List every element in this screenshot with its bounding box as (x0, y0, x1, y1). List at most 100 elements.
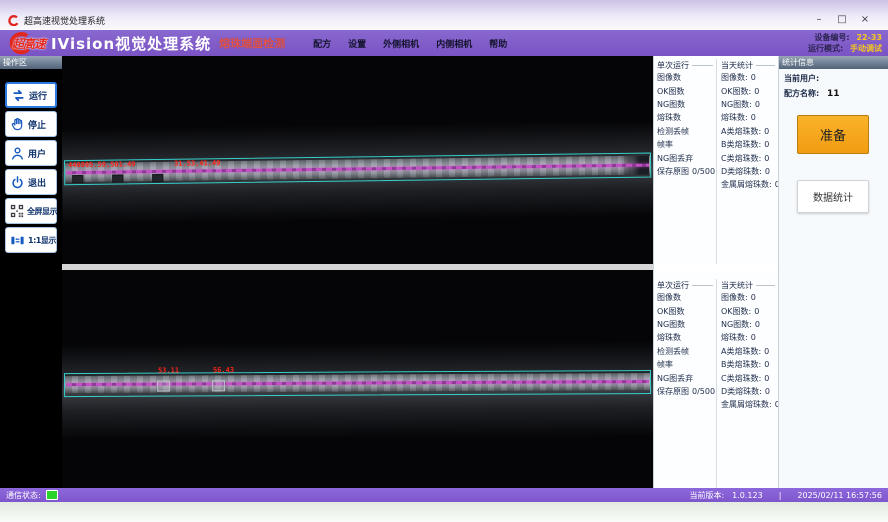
user-button[interactable]: 用户 (5, 140, 57, 166)
stat-label: NG图丢弃 (657, 373, 693, 384)
stat-label: 图像数: (721, 292, 748, 303)
stat-label: OK图数 (657, 306, 685, 317)
menu-item-recipe[interactable]: 配方 (313, 37, 331, 50)
data-stats-button[interactable]: 数据统计 (797, 180, 869, 213)
stat-row: C类熔珠数: 0 (721, 151, 778, 164)
stat-label: 帧率 (657, 359, 673, 370)
stat-label: 金属屑熔珠数: (721, 179, 772, 190)
stat-label: D类熔珠数: (721, 386, 762, 397)
stat-row: OK图数: 0 (721, 304, 778, 317)
stat-row: NG图丢弃 (657, 371, 716, 384)
app-subtitle: 熔珠端面检测 (219, 35, 285, 51)
stat-label: C类熔珠数: (721, 373, 761, 384)
minimize-button[interactable]: – (812, 13, 826, 27)
stat-label: B类熔珠数: (721, 139, 761, 150)
stat-row: NG图数: 0 (721, 98, 778, 111)
stat-value: 0 (754, 87, 759, 96)
version-value: 1.0.123 (732, 491, 763, 500)
stat-label: 熔珠数: (721, 112, 748, 123)
fullscreen-button[interactable]: 全屏显示 (5, 198, 57, 224)
camera-view-inner[interactable]: 53.11 56.43 (62, 270, 653, 488)
menu-item-inner-camera[interactable]: 内侧相机 (436, 37, 472, 50)
stat-row: OK图数: 0 (721, 84, 778, 97)
main-content: 操作区 运行 停止 (0, 56, 888, 488)
recipe-name-label: 配方名称: (784, 89, 819, 98)
daily-rows: 图像数: 0 OK图数: 0 NG图数: 0 (721, 291, 778, 412)
stat-row: 熔珠数 (657, 331, 716, 344)
stat-value: 0 (764, 140, 769, 149)
stat-row: 保存原图 0/500 (657, 165, 716, 178)
window-controls: – □ × (812, 13, 872, 27)
single-run-title: 单次运行 (657, 279, 716, 291)
run-button[interactable]: 运行 (5, 82, 57, 108)
stat-row: B类熔珠数: 0 (721, 358, 778, 371)
version-label: 当前版本: (689, 490, 724, 501)
stat-label: 金属屑熔珠数: (721, 399, 772, 410)
measurement-annotation: 440805.59,501.49 (68, 160, 136, 169)
stat-label: NG图数 (657, 99, 685, 110)
camera-view-outer[interactable]: 440805.59,501.49 31.53,41.49 (62, 56, 653, 264)
stat-value: 0 (764, 154, 769, 163)
stop-hand-icon (10, 117, 25, 132)
roi-tick (112, 174, 123, 182)
stat-row: 帧率 (657, 358, 716, 371)
stat-value: 0 (751, 333, 756, 342)
stat-row: 帧率 (657, 138, 716, 151)
daily-title: 当天统计 (721, 279, 778, 291)
stat-label: OK图数: (721, 86, 751, 97)
detection-rect (64, 370, 651, 397)
stats-area: 单次运行 图像数 OK图数 (653, 56, 778, 488)
stat-label: 图像数: (721, 72, 748, 83)
stat-value: 0 (764, 347, 769, 356)
fullscreen-grid-icon (10, 204, 24, 218)
recipe-name-row: 配方名称: 11 (779, 88, 888, 99)
stat-row: NG图数 (657, 98, 716, 111)
menu-item-settings[interactable]: 设置 (348, 37, 366, 50)
stat-value: 0 (755, 100, 760, 109)
current-user-label: 当前用户: (784, 74, 819, 83)
app-title: IVision视觉处理系统 (51, 33, 211, 54)
stat-label: A类熔珠数: (721, 346, 761, 357)
stat-row: 熔珠数 (657, 111, 716, 124)
one-to-one-button[interactable]: 1:1显示 (5, 227, 57, 253)
stat-row: OK图数 (657, 84, 716, 97)
prepare-button[interactable]: 准备 (797, 115, 869, 154)
menu-item-outer-camera[interactable]: 外侧相机 (383, 37, 419, 50)
camera-outer-overlay: 440805.59,501.49 31.53,41.49 (62, 56, 653, 264)
stat-label: OK图数 (657, 86, 685, 97)
recipe-name-value: 11 (827, 89, 840, 99)
bead-roi-box (157, 381, 170, 392)
stat-value: 0 (764, 127, 769, 136)
stat-label: NG图丢弃 (657, 153, 693, 164)
stop-button[interactable]: 停止 (5, 111, 57, 137)
window-title: 超高速视觉处理系统 (24, 14, 105, 27)
device-number-label: 设备编号: (814, 33, 849, 42)
stat-label: NG图数 (657, 319, 685, 330)
stat-value: 0 (765, 387, 770, 396)
run-mode-value: 手动调试 (850, 44, 882, 53)
stat-row: OK图数 (657, 304, 716, 317)
exit-button[interactable]: 退出 (5, 169, 57, 195)
stat-value: 0 (751, 113, 756, 122)
camera-inner-overlay: 53.11 56.43 (62, 270, 653, 488)
info-panel-title: 统计信息 (779, 56, 888, 69)
close-button[interactable]: × (858, 13, 872, 27)
maximize-button[interactable]: □ (835, 13, 849, 27)
roi-tick (72, 175, 83, 183)
stat-value: 0/500 (692, 167, 715, 176)
camera-area: 440805.59,501.49 31.53,41.49 53.11 56.43 (62, 56, 653, 488)
current-user-row: 当前用户: (779, 73, 888, 84)
stat-value: 0 (751, 293, 756, 302)
stat-row: 金属屑熔珠数: 0 (721, 178, 778, 191)
app-window: 超高速视觉处理系统 – □ × 超高速 IVision视觉处理系统 熔珠端面检测… (0, 0, 888, 522)
stat-row: D类熔珠数: 0 (721, 385, 778, 398)
stat-row: D类熔珠数: 0 (721, 165, 778, 178)
single-run-rows: 图像数 OK图数 NG图数 (657, 291, 716, 398)
device-number-row: 设备编号: 22-33 (808, 32, 882, 43)
stat-value: 0/500 (692, 387, 715, 396)
stat-value: 0 (765, 167, 770, 176)
stat-label: OK图数: (721, 306, 751, 317)
stat-value: 0 (754, 307, 759, 316)
status-bar: 通信状态: 当前版本: 1.0.123 | 2025/02/11 16:57:5… (0, 488, 888, 502)
menu-item-help[interactable]: 帮助 (489, 37, 507, 50)
